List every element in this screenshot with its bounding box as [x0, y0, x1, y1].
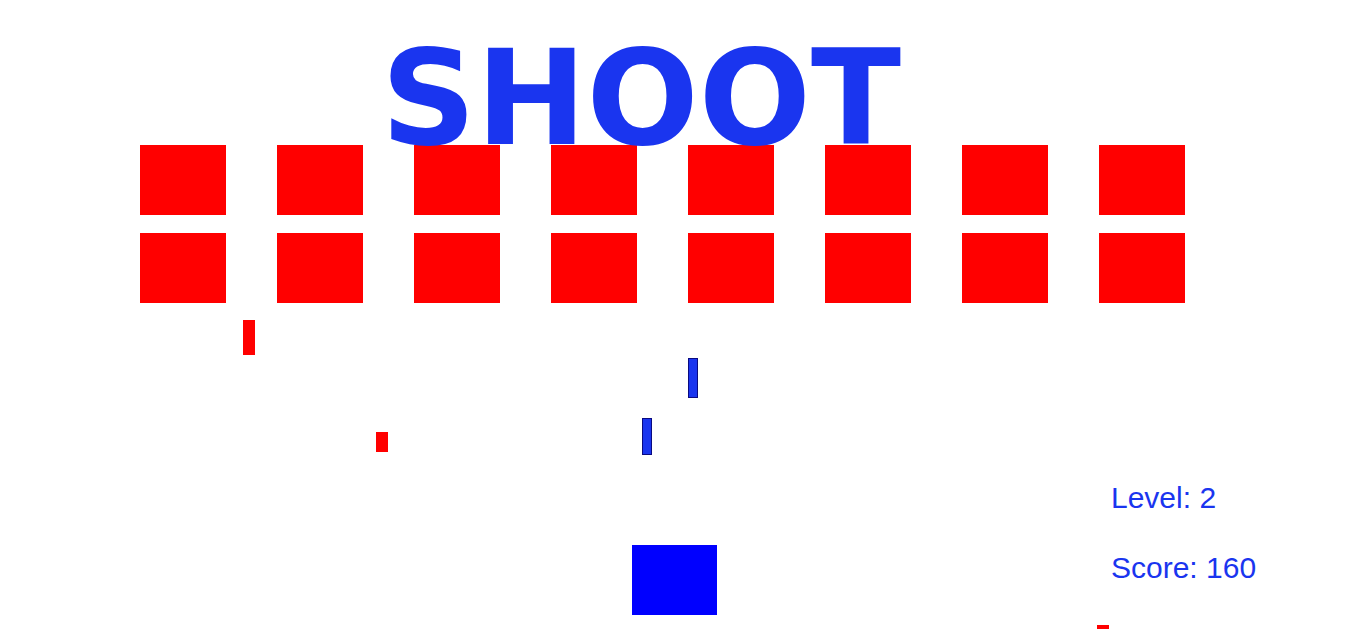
game-canvas[interactable]: SHOOT Level: 2 Score: 160: [0, 0, 1365, 629]
enemy: [551, 233, 637, 303]
enemy: [688, 233, 774, 303]
player-bullet: [642, 418, 652, 455]
game-title: SHOOT: [381, 32, 901, 164]
hud: Level: 2 Score: 160: [1111, 480, 1256, 586]
enemy-bullet: [376, 432, 388, 452]
level-label: Level: 2: [1111, 480, 1256, 516]
enemy: [1099, 145, 1185, 215]
enemy: [414, 233, 500, 303]
score-label: Score: 160: [1111, 550, 1256, 586]
enemy: [962, 233, 1048, 303]
enemy: [140, 145, 226, 215]
enemy: [277, 233, 363, 303]
enemy: [140, 233, 226, 303]
enemy: [825, 233, 911, 303]
enemy: [277, 145, 363, 215]
enemy-bullet: [1097, 625, 1109, 629]
player-ship[interactable]: [632, 545, 717, 615]
enemy-grid: [140, 145, 1185, 303]
enemy-bullet: [243, 320, 255, 355]
enemy: [962, 145, 1048, 215]
player-bullet: [688, 358, 698, 398]
enemy: [1099, 233, 1185, 303]
